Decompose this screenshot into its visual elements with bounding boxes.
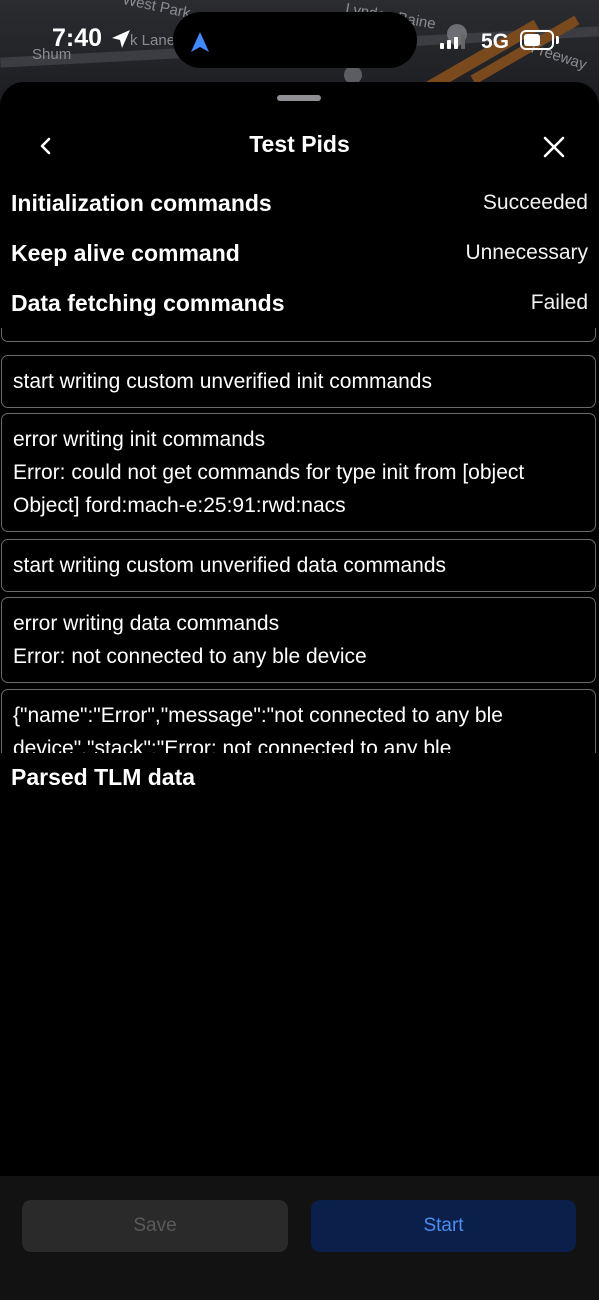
save-button[interactable]: Save (22, 1200, 288, 1252)
cellular-signal-icon (440, 34, 465, 49)
status-value: Failed (530, 291, 588, 314)
log-list[interactable]: start writing custom unverified init com… (0, 328, 599, 753)
status-row-initialization: Initialization commands Succeeded (11, 188, 588, 218)
status-name: Keep alive command (11, 239, 240, 266)
sheet-grabber[interactable] (277, 95, 321, 101)
log-entry: start writing custom unverified init com… (1, 355, 596, 408)
log-entry: error writing data commands Error: not c… (1, 597, 596, 683)
status-name: Initialization commands (11, 189, 272, 216)
log-entry: error writing init commands Error: could… (1, 413, 596, 532)
log-entry (1, 328, 596, 342)
battery-icon (520, 30, 554, 50)
close-icon[interactable] (538, 131, 570, 163)
battery-tip (556, 36, 559, 44)
network-type: 5G (481, 30, 510, 53)
parsed-tlm-heading: Parsed TLM data (11, 764, 196, 790)
status-row-keep-alive: Keep alive command Unnecessary (11, 238, 588, 268)
status-name: Data fetching commands (11, 289, 285, 316)
status-row-data-fetching: Data fetching commands Failed (11, 288, 588, 318)
navigation-arrow-icon (191, 32, 209, 52)
log-entry: {"name":"Error","message":"not connected… (1, 689, 596, 753)
status-time: 7:40 (52, 24, 103, 52)
page-title: Test Pids (249, 131, 350, 157)
status-value: Succeeded (482, 191, 588, 214)
log-entry: start writing custom unverified data com… (1, 539, 596, 592)
start-button[interactable]: Start (311, 1200, 576, 1252)
map-label: k Lane (130, 32, 176, 49)
location-arrow-icon (112, 30, 130, 48)
status-value: Unnecessary (465, 241, 588, 264)
